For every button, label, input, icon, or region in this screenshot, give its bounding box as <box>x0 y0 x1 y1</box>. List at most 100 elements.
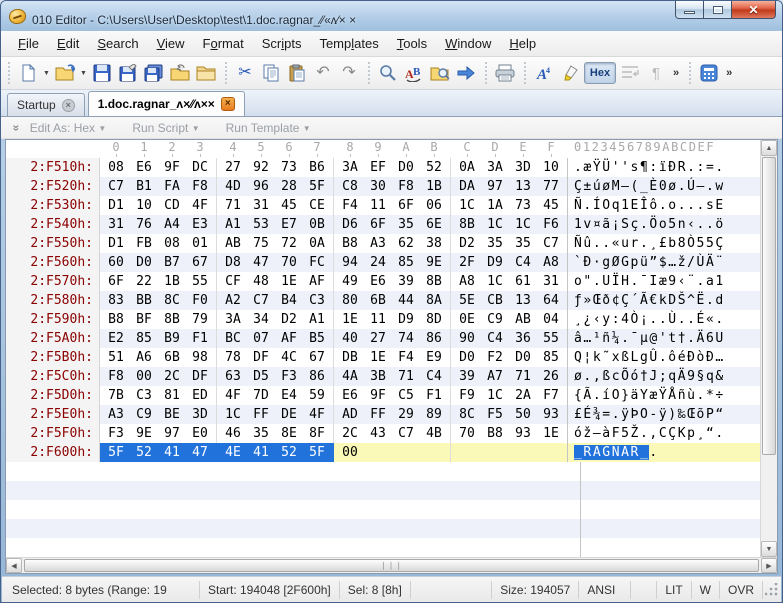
ascii-text[interactable]: o".UÏH.¯Iæ9‹¨.a1 <box>567 272 760 291</box>
open-file-dropdown[interactable]: ▼ <box>79 61 88 85</box>
save-button[interactable] <box>90 61 114 85</box>
hex-byte[interactable]: D0 <box>453 348 481 367</box>
ascii-text[interactable]: ƒ»Œð¢Ç´Ã€kDŠ^Ë.d <box>567 291 760 310</box>
hex-byte[interactable]: D0 <box>392 158 420 177</box>
hex-byte[interactable]: F8 <box>186 177 214 196</box>
hex-byte[interactable]: B7 <box>158 253 186 272</box>
hex-byte[interactable]: 31 <box>537 272 565 291</box>
hex-byte[interactable]: DE <box>275 405 303 424</box>
ascii-text[interactable]: `Ð·gØGpü”$…ž/ÙÄ¨ <box>567 253 760 272</box>
hex-byte[interactable]: C3 <box>130 386 158 405</box>
hex-byte[interactable]: 6F <box>392 196 420 215</box>
hex-byte[interactable]: B8 <box>102 310 130 329</box>
hex-view[interactable]: 0123456789ABCDEF 0123456789ABCDEF 2:F510… <box>6 140 760 557</box>
hex-byte[interactable]: ED <box>186 386 214 405</box>
ascii-text[interactable]: £É¾=.ÿÞO-ÿ)‰ŒõP“ <box>567 405 760 424</box>
hex-byte[interactable]: E4 <box>275 386 303 405</box>
ascii-text[interactable]: ¸¿‹y:4Ò¡..Ù..É«. <box>567 310 760 329</box>
print-button[interactable] <box>493 61 517 85</box>
hex-byte[interactable]: 49 <box>336 272 364 291</box>
menu-edit[interactable]: Edit <box>48 32 88 55</box>
hex-byte[interactable]: 28 <box>275 177 303 196</box>
hex-byte[interactable]: 00 <box>336 443 364 462</box>
hex-byte[interactable]: E2 <box>102 329 130 348</box>
hex-byte[interactable]: 8C <box>158 291 186 310</box>
close-file-button[interactable] <box>194 61 218 85</box>
toolbar-grip[interactable] <box>6 62 11 84</box>
hex-byte[interactable]: B5 <box>303 329 331 348</box>
hex-byte[interactable]: F8 <box>102 367 130 386</box>
hex-byte[interactable]: 34 <box>247 310 275 329</box>
hex-byte[interactable]: CB <box>481 291 509 310</box>
hex-byte[interactable]: 86 <box>420 329 448 348</box>
hex-byte[interactable]: A8 <box>453 272 481 291</box>
save-as-button[interactable] <box>116 61 140 85</box>
hex-byte[interactable]: 1C <box>509 215 537 234</box>
hex-byte[interactable]: 73 <box>509 196 537 215</box>
hex-byte[interactable]: E0 <box>186 424 214 443</box>
hex-byte[interactable]: 8F <box>303 424 331 443</box>
hex-byte[interactable]: 3D <box>186 405 214 424</box>
hex-byte[interactable]: 93 <box>509 424 537 443</box>
status-word-size[interactable]: W <box>692 581 720 599</box>
hex-byte[interactable]: 41 <box>158 443 186 462</box>
hex-byte[interactable]: BB <box>130 291 158 310</box>
find-button[interactable] <box>376 61 400 85</box>
hex-byte[interactable]: 4F <box>303 405 331 424</box>
toolbar-grip[interactable] <box>522 62 527 84</box>
scroll-left-icon[interactable]: ◀ <box>6 558 22 573</box>
highlight-button[interactable] <box>558 61 582 85</box>
cut-button[interactable]: ✂ <box>233 61 257 85</box>
hex-byte[interactable]: 00 <box>130 367 158 386</box>
hex-byte[interactable]: 1E <box>364 348 392 367</box>
hex-byte[interactable]: D9 <box>392 310 420 329</box>
hex-byte[interactable]: 47 <box>186 443 214 462</box>
hex-byte[interactable]: 8B <box>420 272 448 291</box>
hex-byte[interactable]: 9E <box>130 424 158 443</box>
hex-byte[interactable] <box>392 443 420 462</box>
hex-byte[interactable]: B6 <box>303 158 331 177</box>
hex-byte[interactable]: 0A <box>453 158 481 177</box>
hex-byte[interactable]: 8E <box>275 424 303 443</box>
hex-byte[interactable]: 4C <box>275 348 303 367</box>
hex-byte[interactable]: F3 <box>102 424 130 443</box>
hex-byte[interactable]: 4B <box>420 424 448 443</box>
hex-byte[interactable]: 45 <box>275 196 303 215</box>
hex-byte[interactable]: 80 <box>336 291 364 310</box>
scroll-up-icon[interactable]: ▲ <box>761 140 777 156</box>
collapse-chevron-icon[interactable]: » <box>9 124 23 131</box>
hex-byte[interactable]: 6F <box>364 215 392 234</box>
hex-byte[interactable]: 1B <box>158 272 186 291</box>
hex-byte[interactable]: 60 <box>102 253 130 272</box>
hex-byte[interactable]: D2 <box>275 310 303 329</box>
hex-byte[interactable]: 63 <box>219 367 247 386</box>
hex-byte[interactable]: 35 <box>392 215 420 234</box>
close-button[interactable]: ✕ <box>731 1 776 19</box>
scroll-right-icon[interactable]: ▶ <box>761 558 777 573</box>
hex-byte[interactable]: 72 <box>275 234 303 253</box>
hex-byte[interactable]: 71 <box>509 367 537 386</box>
vertical-scrollbar[interactable]: ▲ ▼ <box>760 140 777 557</box>
hex-byte[interactable]: 9F <box>158 158 186 177</box>
hex-byte[interactable]: D5 <box>247 367 275 386</box>
hex-byte[interactable]: DF <box>247 348 275 367</box>
hex-byte[interactable]: 45 <box>537 196 565 215</box>
hex-byte[interactable]: 8C <box>453 405 481 424</box>
hex-byte[interactable]: 77 <box>537 177 565 196</box>
hex-byte[interactable]: 85 <box>537 348 565 367</box>
hex-byte[interactable]: 61 <box>509 272 537 291</box>
hex-byte[interactable]: 3A <box>336 158 364 177</box>
hex-byte[interactable]: 85 <box>392 253 420 272</box>
hex-byte[interactable]: 1C <box>453 196 481 215</box>
ascii-text[interactable]: .æŸÜ''s¶:ïÐR.:=. <box>567 158 760 177</box>
undo-button[interactable]: ↶ <box>311 61 335 85</box>
hex-byte[interactable]: 1A <box>481 196 509 215</box>
hex-byte[interactable]: DA <box>453 177 481 196</box>
hex-byte[interactable]: 62 <box>392 234 420 253</box>
menu-scripts[interactable]: Scripts <box>253 32 311 55</box>
hex-byte[interactable]: 55 <box>186 272 214 291</box>
ascii-text[interactable]: Q¦k˜xßLgÛ.ôéÐòÐ… <box>567 348 760 367</box>
hex-byte[interactable]: 1E <box>275 272 303 291</box>
hex-byte[interactable]: F9 <box>453 386 481 405</box>
hex-byte[interactable]: 9F <box>364 386 392 405</box>
